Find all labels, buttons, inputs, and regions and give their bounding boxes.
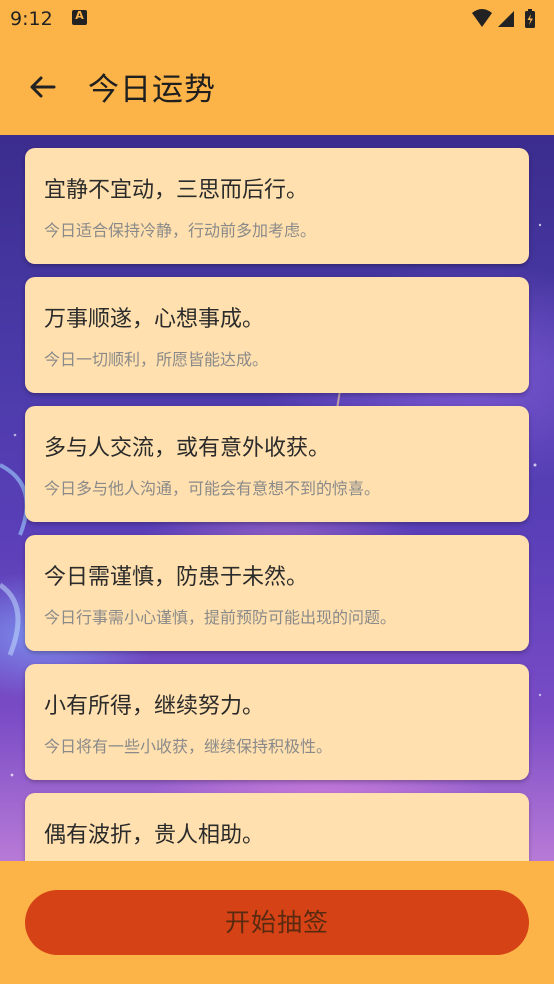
- fortune-card[interactable]: 偶有波折，贵人相助。: [25, 793, 529, 861]
- fortune-title: 小有所得，继续努力。: [44, 694, 265, 719]
- back-arrow-icon[interactable]: [22, 66, 64, 108]
- bottom-bar: 开始抽签: [0, 861, 554, 984]
- fortune-list[interactable]: 宜静不宜动，三思而后行。 今日适合保持冷静，行动前多加考虑。 万事顺遂，心想事成…: [0, 135, 554, 861]
- signal-icon: [498, 11, 514, 27]
- fortune-title: 今日需谨慎，防患于未然。: [44, 565, 309, 590]
- fortune-title: 偶有波折，贵人相助。: [44, 823, 265, 848]
- fortune-description: 今日将有一些小收获，继续保持积极性。: [44, 737, 333, 756]
- fortune-title: 万事顺遂，心想事成。: [44, 307, 265, 332]
- fortune-card[interactable]: 小有所得，继续努力。 今日将有一些小收获，继续保持积极性。: [25, 664, 529, 780]
- wifi-icon: [472, 9, 492, 27]
- fortune-description: 今日行事需小心谨慎，提前预防可能出现的问题。: [44, 608, 397, 627]
- page-title: 今日运势: [88, 72, 216, 108]
- status-icons: [472, 9, 535, 28]
- app-bar: 今日运势: [0, 38, 554, 135]
- notification-a-icon: [72, 9, 87, 25]
- fortune-description: 今日多与他人沟通，可能会有意想不到的惊喜。: [44, 479, 381, 498]
- fortune-card[interactable]: 宜静不宜动，三思而后行。 今日适合保持冷静，行动前多加考虑。: [25, 148, 529, 264]
- fortune-title: 多与人交流，或有意外收获。: [44, 436, 331, 461]
- fortune-description: 今日适合保持冷静，行动前多加考虑。: [44, 221, 317, 240]
- fortune-card[interactable]: 万事顺遂，心想事成。 今日一切顺利，所愿皆能达成。: [25, 277, 529, 393]
- fortune-card[interactable]: 今日需谨慎，防患于未然。 今日行事需小心谨慎，提前预防可能出现的问题。: [25, 535, 529, 651]
- fortune-card[interactable]: 多与人交流，或有意外收获。 今日多与他人沟通，可能会有意想不到的惊喜。: [25, 406, 529, 522]
- status-time: 9:12: [10, 8, 53, 30]
- fortune-title: 宜静不宜动，三思而后行。: [44, 178, 309, 203]
- start-draw-button[interactable]: 开始抽签: [25, 890, 529, 955]
- fortune-description: 今日一切顺利，所愿皆能达成。: [44, 350, 269, 369]
- status-bar: 9:12: [0, 0, 554, 38]
